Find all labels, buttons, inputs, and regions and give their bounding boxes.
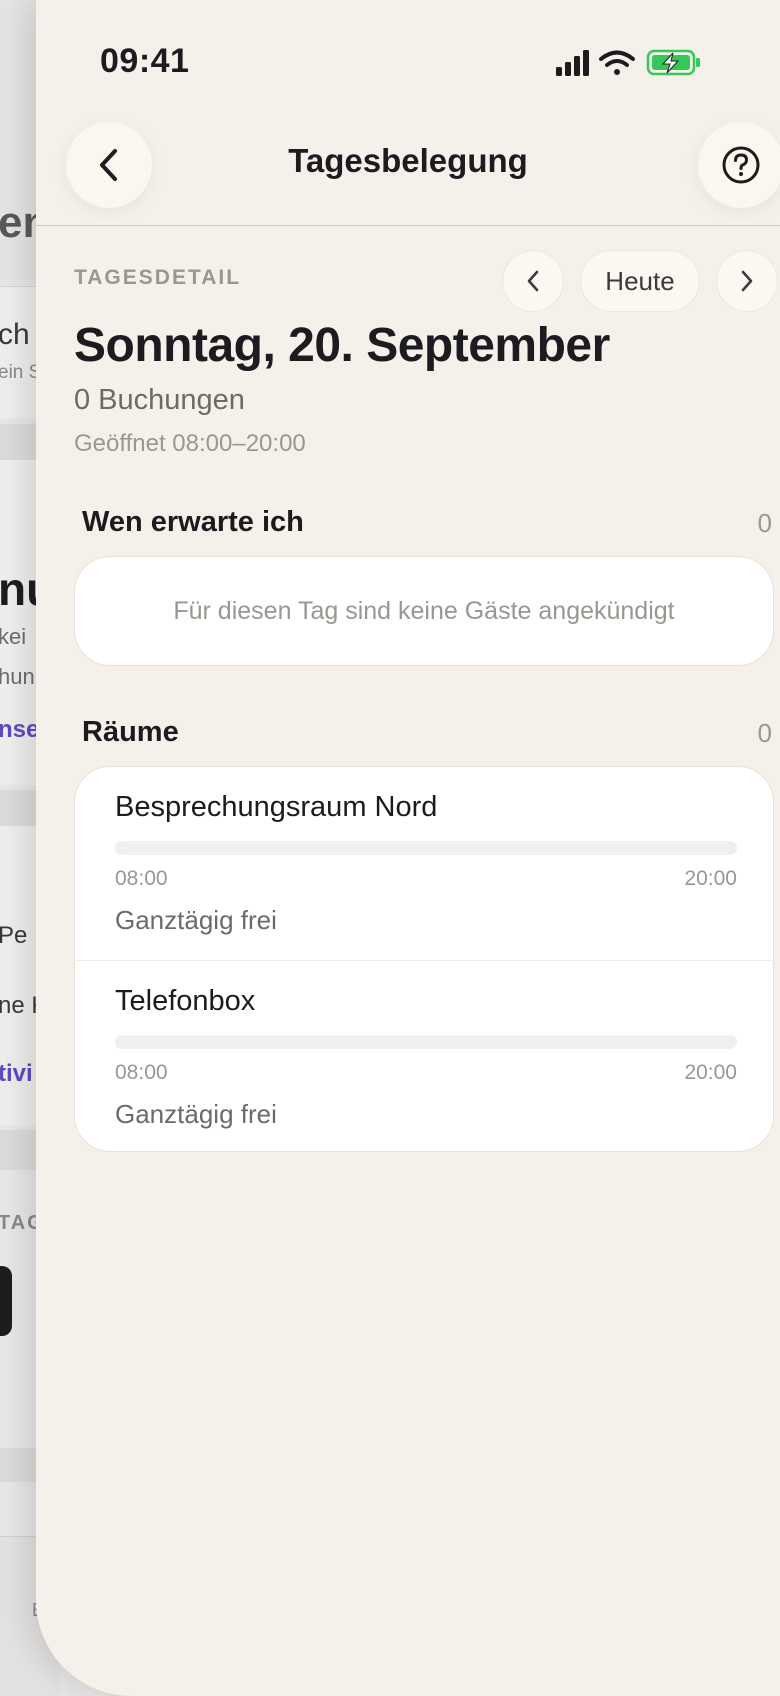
chevron-right-icon (741, 270, 753, 292)
room-end-time: 20:00 (684, 867, 737, 890)
room-status: Ganztägig frei (115, 905, 277, 935)
background-link: tivi (0, 1060, 33, 1087)
day-detail-sheet: 09:41 Tagesbelegung TAGESDETAIL Heute So… (36, 0, 780, 1696)
rooms-card: Besprechungsraum Nord 08:00 20:00 Ganztä… (74, 766, 775, 1153)
guests-empty-card: Für diesen Tag sind keine Gäste angekünd… (74, 556, 774, 666)
status-bar: 09:41 (36, 0, 780, 120)
background-fragment: kei (0, 624, 27, 649)
battery-charging-icon (646, 49, 700, 76)
room-start-time: 08:00 (115, 867, 168, 890)
chevron-left-icon (527, 270, 539, 292)
previous-day-button[interactable] (502, 250, 564, 312)
background-fragment: Pe (0, 922, 28, 949)
help-circle-icon (722, 146, 760, 184)
background-link: nse (0, 716, 40, 743)
guests-section-header: Wen erwarte ich 0 (82, 506, 772, 539)
background-fragment: ch (0, 318, 30, 351)
room-name: Besprechungsraum Nord (115, 791, 438, 823)
background-button (0, 1266, 12, 1336)
status-icons (556, 49, 700, 76)
wifi-icon (599, 50, 635, 75)
room-status: Ganztägig frei (115, 1099, 277, 1129)
today-button[interactable]: Heute (580, 250, 700, 312)
rooms-heading: Räume (82, 716, 179, 748)
guests-empty-message: Für diesen Tag sind keine Gäste angekünd… (173, 596, 675, 625)
date-title: Sonntag, 20. September (74, 319, 610, 372)
rooms-section-header: Räume 0 (82, 716, 772, 749)
room-end-time: 20:00 (684, 1061, 737, 1084)
guests-count: 0 (757, 508, 772, 538)
help-button[interactable] (698, 122, 780, 208)
page-title: Tagesbelegung (288, 142, 528, 179)
occupancy-bar (115, 1035, 737, 1049)
signal-icon (556, 50, 589, 76)
room-start-time: 08:00 (115, 1061, 168, 1084)
opening-hours: Geöffnet 08:00–20:00 (74, 430, 306, 457)
next-day-button[interactable] (716, 250, 778, 312)
status-time: 09:41 (100, 42, 190, 80)
nav-bar: Tagesbelegung (36, 112, 780, 226)
room-name: Telefonbox (115, 985, 256, 1017)
section-eyebrow: TAGESDETAIL (74, 266, 242, 289)
room-row[interactable]: Besprechungsraum Nord 08:00 20:00 Ganztä… (75, 767, 775, 960)
bookings-count: 0 Buchungen (74, 384, 245, 416)
occupancy-bar (115, 841, 737, 855)
background-fragment: hun (0, 664, 35, 689)
room-row[interactable]: Telefonbox 08:00 20:00 Ganztägig frei (75, 960, 775, 1153)
guests-heading: Wen erwarte ich (82, 506, 304, 538)
rooms-count: 0 (757, 718, 772, 748)
